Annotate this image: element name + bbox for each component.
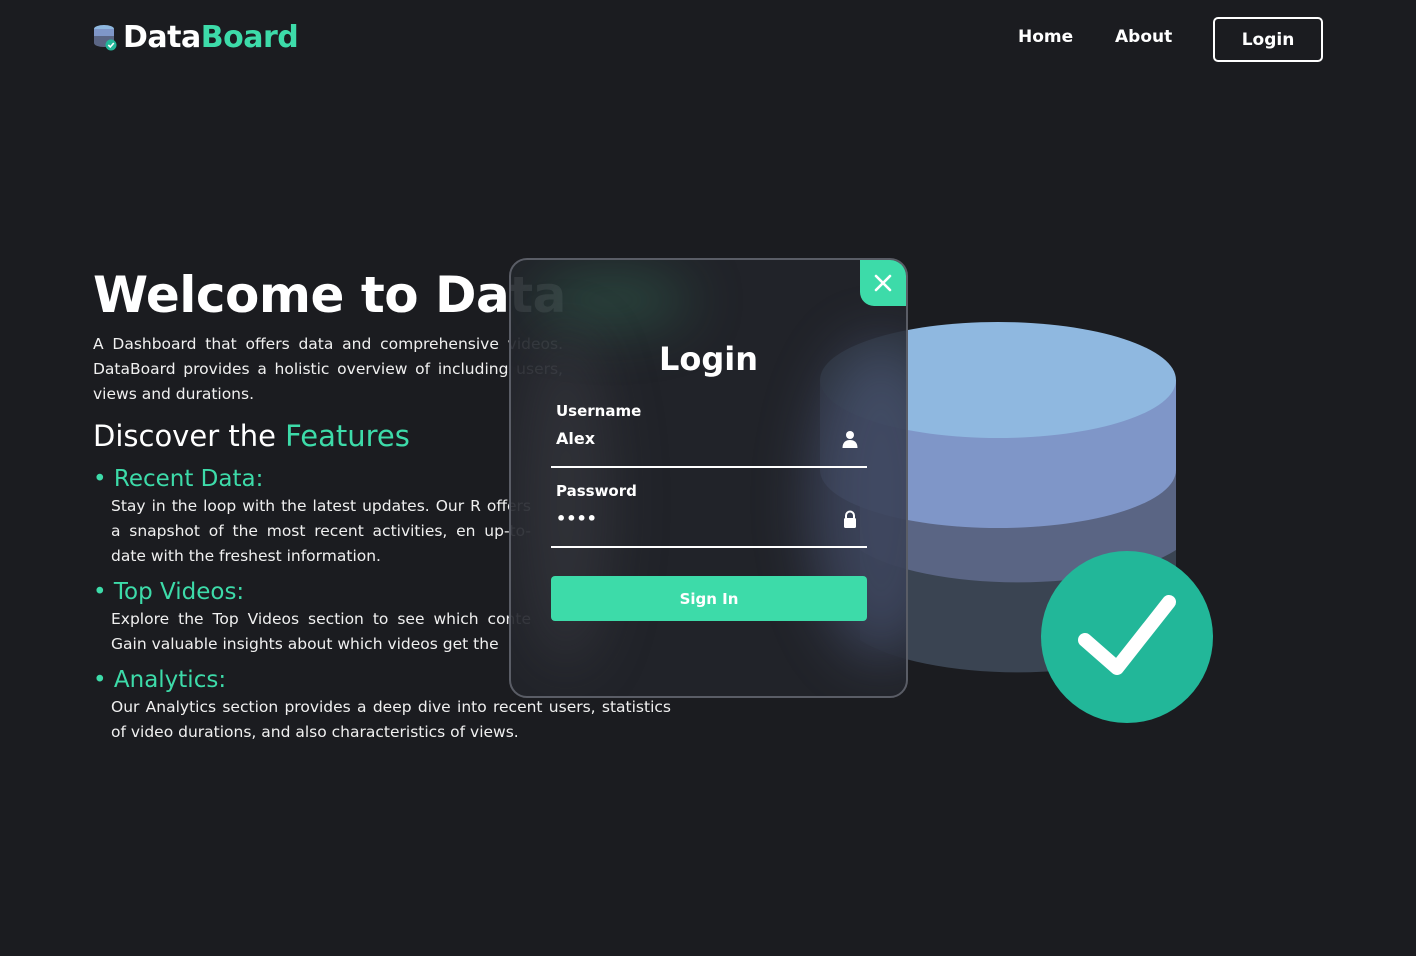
user-icon <box>841 430 859 448</box>
glass-blur <box>531 275 691 325</box>
logo[interactable]: DataBoard <box>93 20 299 55</box>
feature-desc-top-videos: Explore the Top Videos section to see wh… <box>111 610 531 653</box>
nav-about-link[interactable]: About <box>1115 27 1172 47</box>
close-icon <box>874 274 892 292</box>
nav-home-link[interactable]: Home <box>1018 27 1073 47</box>
username-input[interactable]: Alex <box>556 429 826 448</box>
checkmark-badge <box>1041 551 1213 723</box>
top-navbar: DataBoard Home About Login <box>0 0 1416 80</box>
modal-title: Login <box>658 340 759 378</box>
password-field: Password •••• <box>551 478 867 548</box>
database-icon <box>93 24 117 52</box>
login-modal: Login Username Alex Password •••• Sign I… <box>509 258 908 698</box>
lock-icon <box>841 510 859 528</box>
sign-in-button[interactable]: Sign In <box>551 576 867 621</box>
feature-desc-recent-data: Stay in the loop with the latest updates… <box>111 497 531 565</box>
hero-intro: A Dashboard that offers data and compreh… <box>93 335 563 403</box>
password-label: Password <box>556 482 637 500</box>
password-input[interactable]: •••• <box>556 509 826 528</box>
checkmark-icon <box>1078 595 1176 675</box>
close-button[interactable] <box>860 260 906 306</box>
username-field: Username Alex <box>551 398 867 468</box>
feature-desc-analytics: Our Analytics section provides a deep di… <box>111 698 671 741</box>
logo-text: DataBoard <box>123 20 299 55</box>
username-label: Username <box>556 402 642 420</box>
nav-login-button[interactable]: Login <box>1213 17 1323 62</box>
